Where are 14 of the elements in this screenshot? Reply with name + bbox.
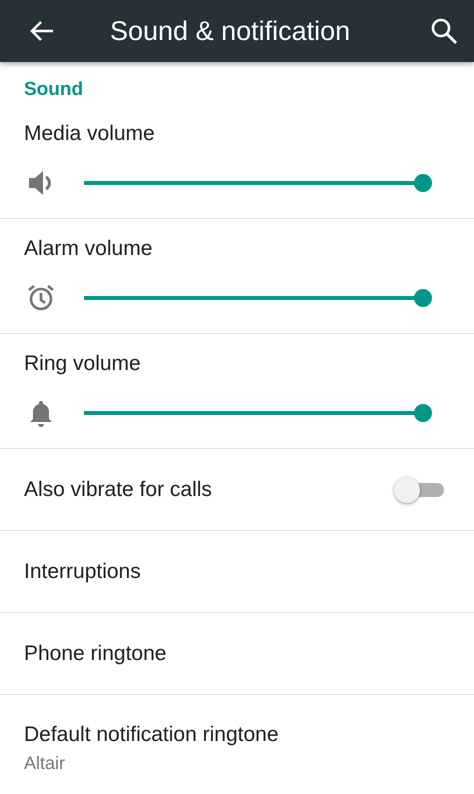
back-arrow-icon [29,20,55,42]
setting-label: Media volume [24,122,155,146]
setting-label: Also vibrate for calls [24,478,212,502]
setting-value: Altair [24,753,66,774]
section-header: Sound [23,78,84,102]
setting-label: Default notification ringtone [24,723,278,747]
screen-title: Sound & notification [110,16,350,46]
search-icon [430,17,458,45]
toggle-switch[interactable] [394,476,444,502]
alarm-clock-icon [26,283,56,313]
setting-label: Phone ringtone [24,642,166,666]
setting-label: Alarm volume [24,237,152,261]
setting-label: Ring volume [24,352,141,376]
setting-label: Interruptions [24,560,141,584]
